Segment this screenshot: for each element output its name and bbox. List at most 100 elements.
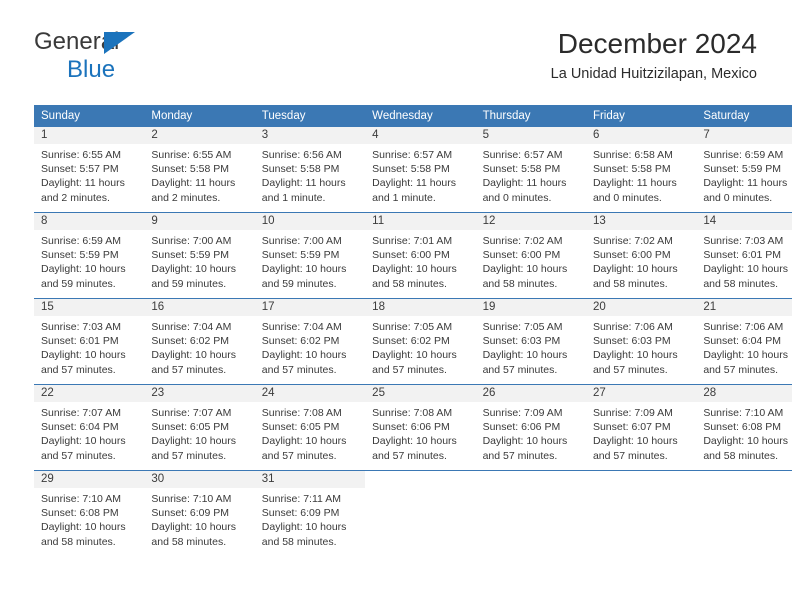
day-cell[interactable]: 15 Sunrise: 7:03 AM Sunset: 6:01 PM Dayl… [34,298,145,385]
day-cell[interactable]: 1 Sunrise: 6:55 AM Sunset: 5:57 PM Dayli… [34,127,145,213]
day-info: Sunrise: 7:09 AM Sunset: 6:06 PM Dayligh… [476,402,586,463]
day-cell[interactable]: 29 Sunrise: 7:10 AM Sunset: 6:08 PM Dayl… [34,470,145,556]
day-cell[interactable]: 14 Sunrise: 7:03 AM Sunset: 6:01 PM Dayl… [696,212,792,299]
sunset-text: Sunset: 6:06 PM [482,421,561,434]
sunrise-text: Sunrise: 7:06 AM [592,321,673,333]
sunset-text: Sunset: 5:58 PM [261,163,340,176]
daylight-text: Daylight: 11 hours and 2 minutes. [151,177,236,204]
day-cell[interactable]: 16 Sunrise: 7:04 AM Sunset: 6:02 PM Dayl… [144,298,255,385]
day-cell[interactable]: 3 Sunrise: 6:56 AM Sunset: 5:58 PM Dayli… [254,127,366,213]
sunset-text: Sunset: 6:04 PM [703,335,781,348]
sunset-text: Sunset: 6:02 PM [372,335,450,348]
day-cell[interactable]: 28 Sunrise: 7:10 AM Sunset: 6:08 PM Dayl… [696,384,792,471]
page-header: General Blue December 2024 La Unidad Hui… [0,0,792,82]
daylight-text: Daylight: 10 hours and 58 minutes. [482,263,568,290]
day-cell[interactable]: 27 Sunrise: 7:09 AM Sunset: 6:07 PM Dayl… [585,384,697,471]
sunrise-text: Sunrise: 7:07 AM [151,407,232,419]
day-info: Sunrise: 6:58 AM Sunset: 5:58 PM Dayligh… [586,144,696,205]
day-cell[interactable]: 25 Sunrise: 7:08 AM Sunset: 6:06 PM Dayl… [365,384,476,471]
sunset-text: Sunset: 6:09 PM [261,507,340,520]
day-info: Sunrise: 7:04 AM Sunset: 6:02 PM Dayligh… [144,316,254,377]
calendar-week-row: 1 Sunrise: 6:55 AM Sunset: 5:57 PM Dayli… [34,127,792,213]
sunrise-text: Sunrise: 7:09 AM [592,407,673,419]
day-number: 30 [144,471,255,488]
day-cell-empty [365,470,476,556]
day-number: 27 [585,385,697,402]
day-number: 1 [34,127,145,144]
day-cell[interactable]: 19 Sunrise: 7:05 AM Sunset: 6:03 PM Dayl… [475,298,586,385]
calendar-week-row: 22 Sunrise: 7:07 AM Sunset: 6:04 PM Dayl… [34,384,792,471]
sunrise-text: Sunrise: 7:03 AM [41,321,121,333]
sunset-text: Sunset: 6:05 PM [261,421,340,434]
calendar-week-row: 29 Sunrise: 7:10 AM Sunset: 6:08 PM Dayl… [34,470,792,556]
day-cell[interactable]: 7 Sunrise: 6:59 AM Sunset: 5:59 PM Dayli… [696,127,792,213]
weekday-header-thursday: Thursday [475,105,586,127]
day-cell[interactable]: 13 Sunrise: 7:02 AM Sunset: 6:00 PM Dayl… [585,212,697,299]
day-cell[interactable]: 18 Sunrise: 7:05 AM Sunset: 6:02 PM Dayl… [365,298,476,385]
logo-triangle-icon [104,32,135,54]
day-cell[interactable]: 8 Sunrise: 6:59 AM Sunset: 5:59 PM Dayli… [34,212,145,299]
day-number: 14 [696,213,792,230]
day-cell[interactable]: 23 Sunrise: 7:07 AM Sunset: 6:05 PM Dayl… [144,384,255,471]
day-cell[interactable]: 5 Sunrise: 6:57 AM Sunset: 5:58 PM Dayli… [475,127,586,213]
day-cell[interactable]: 4 Sunrise: 6:57 AM Sunset: 5:58 PM Dayli… [365,127,476,213]
day-info: Sunrise: 6:59 AM Sunset: 5:59 PM Dayligh… [34,230,144,291]
daylight-text: Daylight: 10 hours and 59 minutes. [261,263,347,290]
day-cell[interactable]: 12 Sunrise: 7:02 AM Sunset: 6:00 PM Dayl… [475,212,586,299]
day-cell[interactable]: 21 Sunrise: 7:06 AM Sunset: 6:04 PM Dayl… [696,298,792,385]
day-cell-empty [475,470,586,556]
sunset-text: Sunset: 6:00 PM [372,249,450,262]
sunrise-text: Sunrise: 7:10 AM [41,493,121,505]
sunset-text: Sunset: 6:08 PM [41,507,119,520]
daylight-text: Daylight: 11 hours and 2 minutes. [41,177,125,204]
weekday-header-monday: Monday [144,105,255,127]
weekday-header-tuesday: Tuesday [254,105,366,127]
day-cell[interactable]: 30 Sunrise: 7:10 AM Sunset: 6:09 PM Dayl… [144,470,255,556]
daylight-text: Daylight: 10 hours and 58 minutes. [703,435,788,462]
sunrise-text: Sunrise: 6:57 AM [372,149,453,161]
day-number: 7 [696,127,792,144]
sunrise-text: Sunrise: 7:06 AM [703,321,784,333]
sunrise-text: Sunrise: 7:08 AM [372,407,453,419]
daylight-text: Daylight: 11 hours and 1 minute. [372,177,457,204]
day-number: 4 [365,127,476,144]
calendar-header-row: Sunday Monday Tuesday Wednesday Thursday… [34,105,792,127]
day-cell[interactable]: 22 Sunrise: 7:07 AM Sunset: 6:04 PM Dayl… [34,384,145,471]
day-cell[interactable]: 6 Sunrise: 6:58 AM Sunset: 5:58 PM Dayli… [585,127,697,213]
day-info: Sunrise: 7:10 AM Sunset: 6:09 PM Dayligh… [144,488,254,549]
sunrise-text: Sunrise: 7:08 AM [261,407,342,419]
general-blue-logo[interactable]: General Blue [34,30,135,82]
day-number [476,471,586,488]
day-number: 28 [696,385,792,402]
day-cell[interactable]: 17 Sunrise: 7:04 AM Sunset: 6:02 PM Dayl… [254,298,366,385]
day-number: 26 [475,385,586,402]
day-cell[interactable]: 20 Sunrise: 7:06 AM Sunset: 6:03 PM Dayl… [585,298,697,385]
day-cell[interactable]: 26 Sunrise: 7:09 AM Sunset: 6:06 PM Dayl… [475,384,586,471]
daylight-text: Daylight: 10 hours and 58 minutes. [151,521,237,548]
day-cell[interactable]: 11 Sunrise: 7:01 AM Sunset: 6:00 PM Dayl… [365,212,476,299]
day-number: 22 [34,385,145,402]
day-info: Sunrise: 6:57 AM Sunset: 5:58 PM Dayligh… [365,144,475,205]
day-cell[interactable]: 31 Sunrise: 7:11 AM Sunset: 6:09 PM Dayl… [254,470,366,556]
sunset-text: Sunset: 6:05 PM [151,421,230,434]
day-info: Sunrise: 7:06 AM Sunset: 6:04 PM Dayligh… [696,316,792,377]
day-cell[interactable]: 10 Sunrise: 7:00 AM Sunset: 5:59 PM Dayl… [254,212,366,299]
weekday-header-friday: Friday [585,105,697,127]
daylight-text: Daylight: 10 hours and 57 minutes. [372,435,457,462]
day-number: 5 [475,127,586,144]
day-cell[interactable]: 24 Sunrise: 7:08 AM Sunset: 6:05 PM Dayl… [254,384,366,471]
sunrise-text: Sunrise: 6:55 AM [41,149,121,161]
day-info: Sunrise: 7:06 AM Sunset: 6:03 PM Dayligh… [586,316,696,377]
daylight-text: Daylight: 10 hours and 59 minutes. [151,263,237,290]
day-info: Sunrise: 7:09 AM Sunset: 6:07 PM Dayligh… [586,402,696,463]
daylight-text: Daylight: 10 hours and 58 minutes. [41,521,126,548]
daylight-text: Daylight: 10 hours and 58 minutes. [261,521,347,548]
sunset-text: Sunset: 6:02 PM [151,335,230,348]
day-number: 9 [144,213,255,230]
day-cell[interactable]: 9 Sunrise: 7:00 AM Sunset: 5:59 PM Dayli… [144,212,255,299]
day-info: Sunrise: 7:02 AM Sunset: 6:00 PM Dayligh… [586,230,696,291]
sunrise-text: Sunrise: 7:00 AM [151,235,232,247]
day-number: 29 [34,471,145,488]
day-cell[interactable]: 2 Sunrise: 6:55 AM Sunset: 5:58 PM Dayli… [144,127,255,213]
day-number: 23 [144,385,255,402]
